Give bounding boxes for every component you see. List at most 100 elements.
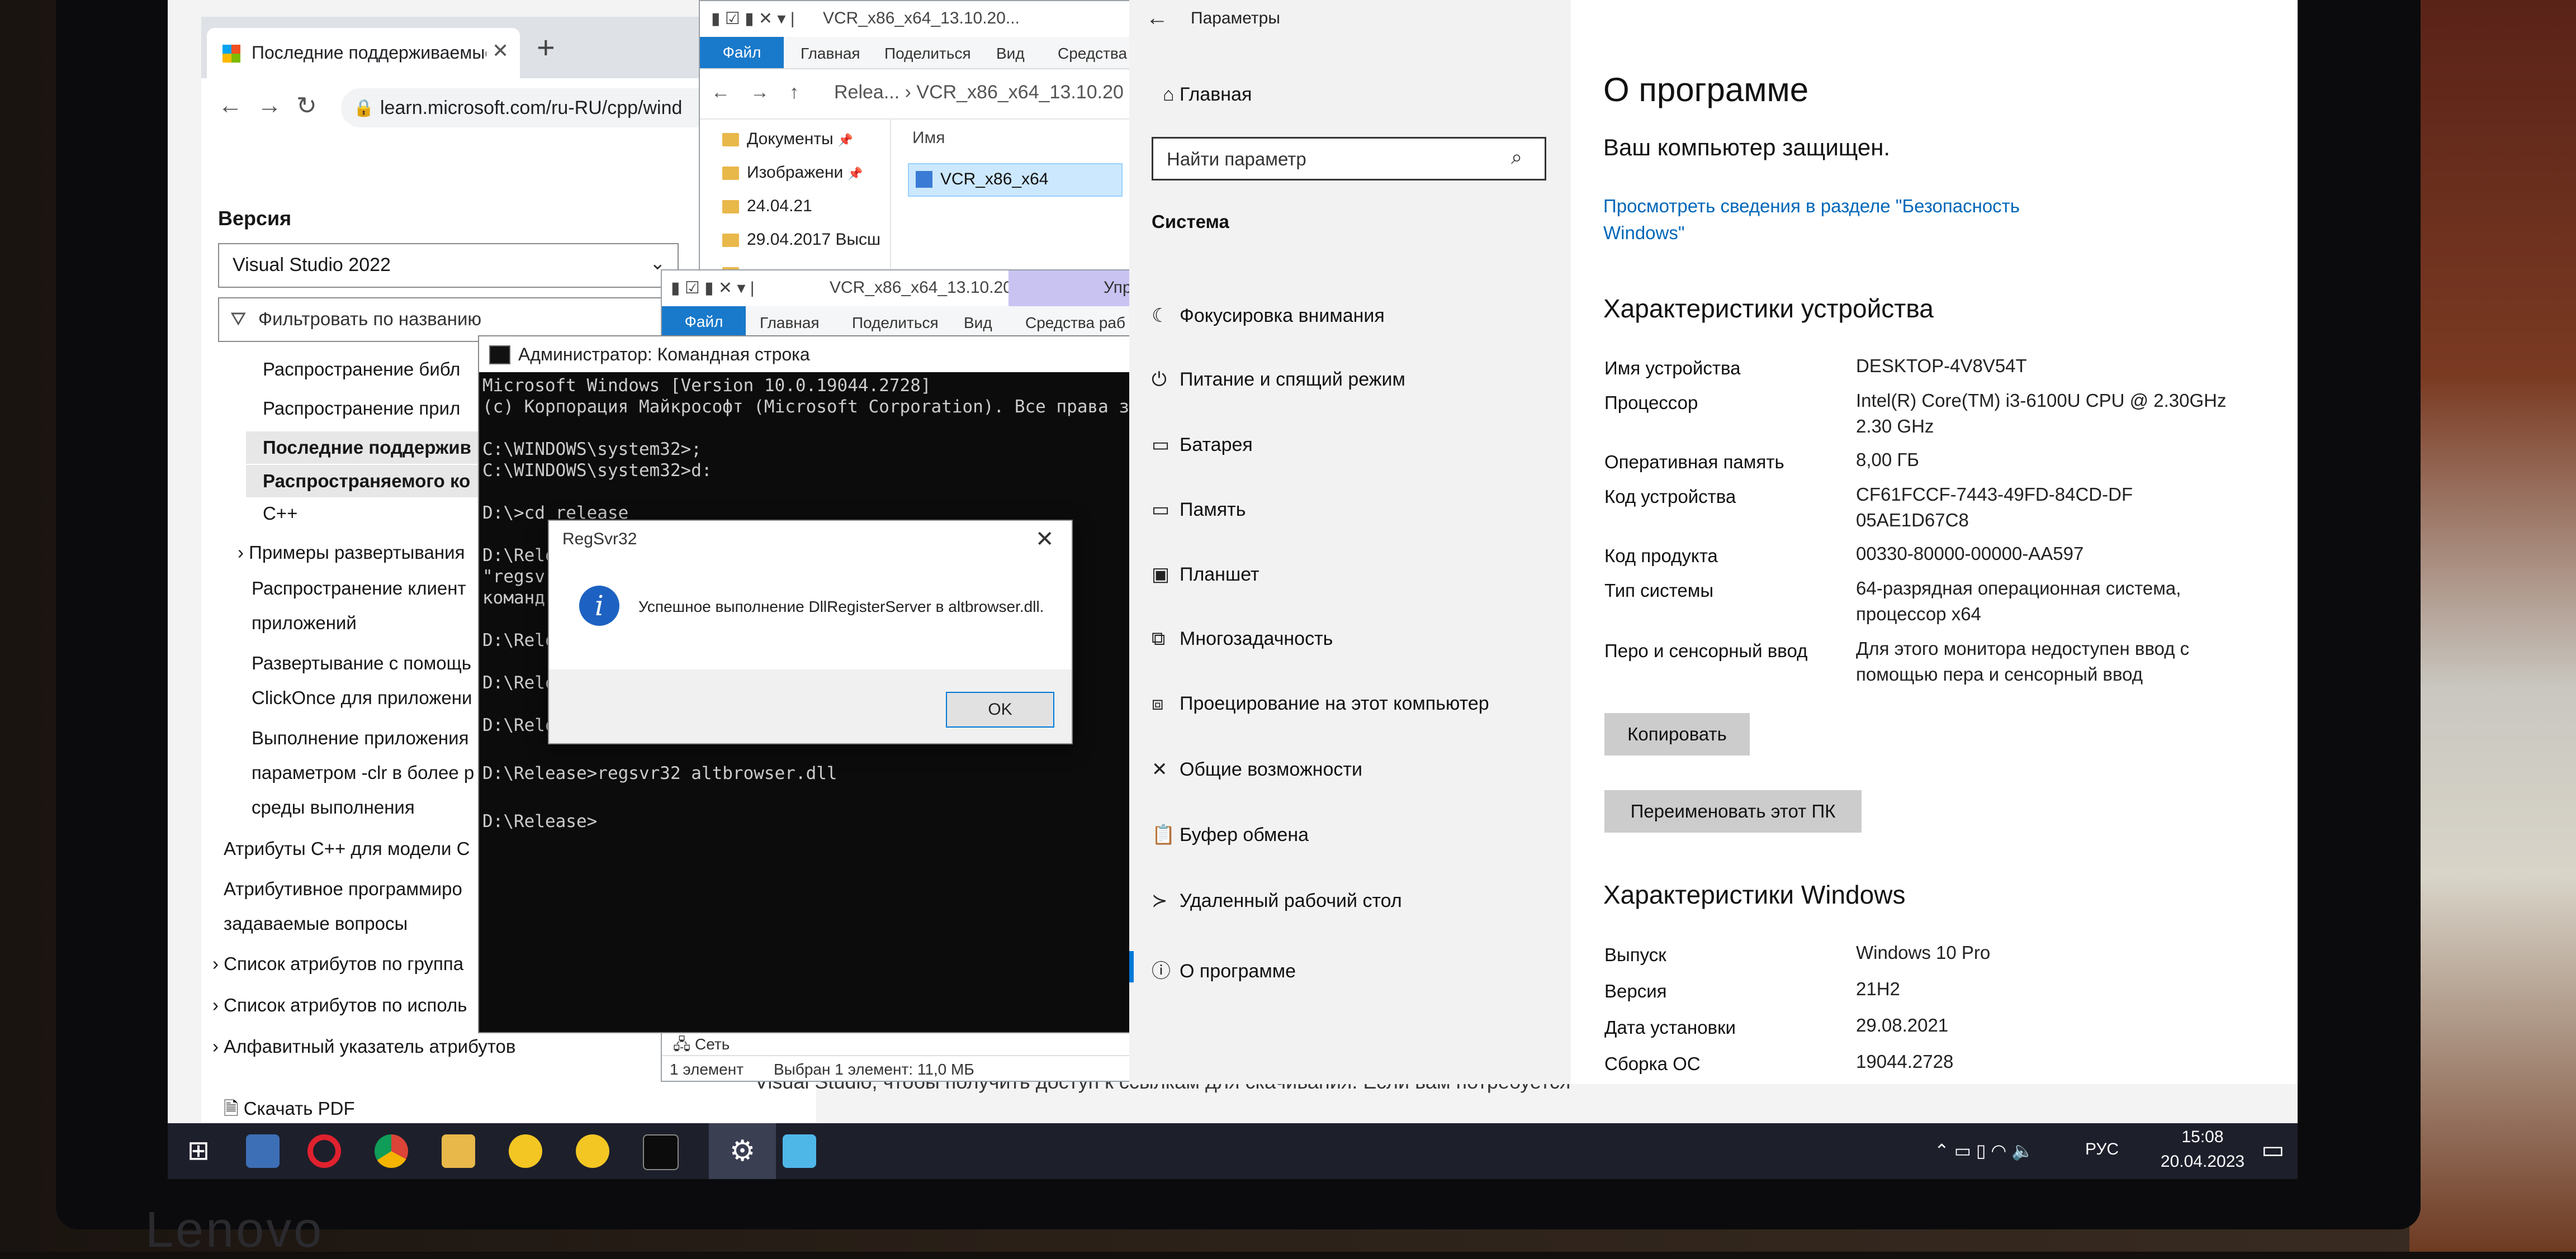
windows-security-link[interactable]: Просмотреть сведения в разделе "Безопасн… (1603, 193, 2051, 246)
pdf-icon: 🗎 (224, 1098, 244, 1119)
ok-button[interactable]: OK (946, 692, 1054, 728)
settings-home[interactable]: ⌂ Главная (1163, 84, 1252, 106)
toc-item[interactable]: задаваемые вопросы (224, 913, 408, 934)
console-line: C:\WINDOWS\system32>; (482, 439, 702, 459)
spec-key: Код продукта (1604, 545, 1718, 566)
toc-item[interactable]: C++ (263, 503, 297, 524)
toc-item[interactable]: Развертывание с помощь (252, 653, 471, 674)
download-pdf-label: Скачать PDF (243, 1098, 355, 1119)
reload-icon[interactable]: ↻ (296, 92, 317, 120)
nav-item-label: Фокусировка внимания (1180, 305, 1385, 326)
copy-button[interactable]: Копировать (1604, 713, 1750, 756)
nav-remote-desktop[interactable]: ≻ Удаленный рабочий стол (1152, 890, 1402, 912)
settings-search-input[interactable]: Найти параметр ⌕ (1152, 137, 1546, 180)
input-language[interactable]: РУС (2085, 1140, 2119, 1159)
start-icon[interactable]: ⊞ (182, 1134, 215, 1168)
version-select[interactable]: Visual Studio 2022 ⌄ (218, 243, 679, 288)
dialog-body: i Успешное выполнение DllRegisterServer … (549, 558, 1072, 669)
chrome-icon[interactable] (375, 1134, 408, 1168)
forward-icon[interactable]: → (257, 92, 282, 120)
toc-item[interactable]: Распространение библ (263, 359, 460, 380)
download-pdf-link[interactable]: 🗎 Скачать PDF (224, 1095, 355, 1127)
nav-tablet[interactable]: ▣ Планшет (1152, 563, 1259, 586)
name-column-header[interactable]: Имя (912, 129, 945, 148)
spec-value: 29.08.2021 (1856, 1015, 1949, 1035)
volume-icon: 🔈 (2011, 1141, 2034, 1161)
cmd-icon[interactable] (643, 1134, 679, 1170)
ribbon-tab[interactable]: Поделиться (852, 314, 939, 332)
ribbon-tab[interactable]: Главная (760, 314, 820, 332)
calculator-icon[interactable] (246, 1134, 280, 1168)
projecting-icon: ⧈ (1152, 693, 1164, 714)
app-icon[interactable] (783, 1134, 816, 1168)
ribbon-tab[interactable]: Вид (996, 45, 1025, 63)
toc-item-label: Алфавитный указатель атрибутов (224, 1036, 516, 1057)
nav-multitasking[interactable]: ⧉ Многозадачность (1152, 628, 1333, 650)
nav-clipboard[interactable]: 📋 Буфер обмена (1152, 824, 1309, 846)
file-explorer-icon[interactable] (442, 1134, 475, 1168)
ribbon-tab[interactable]: Средства (1058, 45, 1127, 63)
toc-item[interactable]: Распространение клиент (252, 578, 466, 599)
nav-shared-experiences[interactable]: ✕ Общие возможности (1152, 758, 1362, 781)
file-row-selected[interactable]: VCR_x86_x64 (908, 163, 1123, 197)
clock-time[interactable]: 15:08 (2158, 1128, 2247, 1147)
toc-item[interactable]: › Примеры развертывания (238, 542, 465, 563)
toc-item[interactable]: параметром -clr в более р (252, 762, 474, 783)
clipboard-icon: 📋 (1152, 824, 1176, 845)
ribbon-tab[interactable]: Вид (964, 314, 992, 332)
ribbon-file-tab[interactable]: Файл (700, 37, 784, 68)
1c-enterprise-icon[interactable] (576, 1134, 609, 1168)
nav-power-sleep[interactable]: ⏻ Питание и спящий режим (1152, 369, 1405, 391)
toc-item[interactable]: Выполнение приложения (252, 728, 468, 749)
nav-focus-assist[interactable]: ☾ Фокусировка внимания (1152, 305, 1385, 327)
browser-tab[interactable]: Последние поддерживаемые s ✕ (207, 28, 520, 78)
close-tab-icon[interactable]: ✕ (492, 39, 509, 63)
nav-projecting[interactable]: ⧈ Проецирование на этот компьютер (1152, 693, 1489, 715)
forward-icon[interactable]: → (750, 82, 769, 103)
1c-icon[interactable] (509, 1134, 542, 1168)
ribbon-tab[interactable]: Поделиться (884, 45, 971, 63)
new-tab-icon[interactable]: + (537, 29, 555, 65)
nav-storage[interactable]: ▭ Память (1152, 498, 1246, 521)
opera-icon[interactable] (307, 1134, 341, 1168)
device-specs-heading: Характеристики устройства (1603, 294, 1934, 323)
nav-pictures[interactable]: Изображени 📌 (722, 163, 863, 182)
explorer-path[interactable]: Relea... › VCR_x86_x64_13.10.20 (834, 82, 1124, 103)
nav-folder[interactable]: 24.04.21 (722, 197, 812, 216)
toc-item[interactable]: › Алфавитный указатель атрибутов (212, 1036, 515, 1057)
ribbon-tab[interactable]: Главная (801, 45, 860, 63)
close-icon[interactable]: ✕ (1035, 526, 1054, 552)
ribbon-tab[interactable]: Средства раб (1025, 314, 1125, 332)
nav-item-label: Проецирование на этот компьютер (1180, 693, 1489, 714)
toc-item[interactable]: Распространение прил (263, 398, 460, 419)
toc-item[interactable]: Атрибутивное программиро (224, 878, 462, 900)
ribbon-file-tab[interactable]: Файл (662, 306, 746, 338)
rename-pc-button[interactable]: Переименовать этот ПК (1604, 790, 1862, 833)
spec-key: Дата установки (1604, 1017, 1736, 1038)
nav-battery[interactable]: ▭ Батарея (1152, 434, 1253, 456)
clock-date[interactable]: 20.04.2023 (2158, 1152, 2247, 1171)
toc-item[interactable]: › Список атрибутов по исполь (212, 995, 467, 1016)
nav-network-label: Сеть (695, 1035, 730, 1053)
nav-about[interactable]: ⓘ О программе (1129, 951, 1296, 983)
nav-documents[interactable]: Документы 📌 (722, 130, 853, 149)
toc-item[interactable]: ClickOnce для приложени (252, 687, 472, 709)
toc-item[interactable]: приложений (252, 612, 357, 634)
nav-folder[interactable]: 29.04.2017 Высш (722, 230, 880, 249)
taskbar: ⊞ ⚙ ⌃ ▭ ▯ ◠ 🔈 РУС 15:08 20.04.2023 ▭ (168, 1123, 2298, 1179)
windows-specs-heading: Характеристики Windows (1603, 880, 1906, 909)
pin-icon: 📌 (837, 133, 854, 147)
back-icon[interactable]: ← (218, 92, 243, 120)
up-icon[interactable]: ↑ (789, 82, 799, 103)
manage-tab[interactable]: Упр (1104, 278, 1130, 297)
toc-item[interactable]: Атрибуты C++ для модели С (224, 838, 470, 859)
settings-content: О программе Ваш компьютер защищен. Просм… (1571, 0, 2298, 1084)
system-tray[interactable]: ⌃ ▭ ▯ ◠ 🔈 (1934, 1140, 2034, 1161)
toc-item[interactable]: › Список атрибутов по группа (212, 953, 463, 975)
notifications-icon[interactable]: ▭ (2261, 1136, 2285, 1164)
back-icon[interactable]: ← (1146, 6, 1168, 31)
toc-item[interactable]: среды выполнения (252, 797, 415, 818)
settings-icon[interactable]: ⚙ (726, 1134, 759, 1168)
security-status: Ваш компьютер защищен. (1603, 134, 1891, 160)
back-icon[interactable]: ← (711, 82, 730, 103)
